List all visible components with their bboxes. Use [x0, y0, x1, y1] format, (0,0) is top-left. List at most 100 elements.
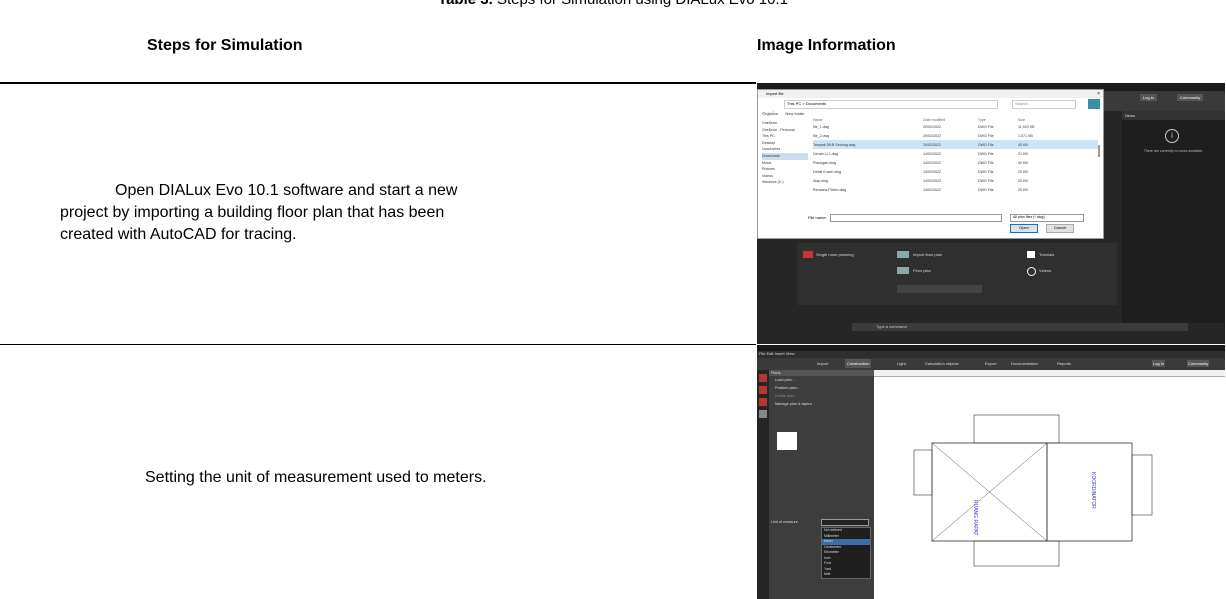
panel-item-manage[interactable]: Manage plan & layers: [769, 400, 874, 408]
sidebar-item[interactable]: Downloads: [762, 152, 808, 160]
sidebar-item[interactable]: OneDrive - Personal: [762, 127, 808, 134]
file-cell-date: 14/02/2022: [923, 178, 941, 183]
file-cell-type: DWG File: [978, 160, 994, 165]
load-project-button[interactable]: [897, 285, 982, 293]
file-cell-name: Atap.dwg: [813, 178, 828, 183]
plan-panel: Plans Load plan... Position plan... Dele…: [769, 370, 874, 599]
tile-import[interactable]: Import floor plan: [913, 252, 942, 257]
tab-construction[interactable]: Construction: [845, 359, 872, 368]
tool-icon[interactable]: [759, 410, 767, 418]
image-icon: [777, 432, 797, 450]
file-cell-type: DWG File: [978, 124, 994, 129]
panel-item-position[interactable]: Position plan...: [769, 384, 874, 392]
file-row[interactable]: file_1.dwg 20/02/2022 DWG File 11,923 KB: [813, 122, 1098, 131]
caption-prefix: Table 3.: [438, 0, 493, 8]
file-row[interactable]: Detail Kusen.dwg 14/02/2022 DWG File 20 KB: [813, 167, 1098, 176]
open-button[interactable]: Open: [1010, 224, 1038, 233]
tab-documentation[interactable]: Documentation: [1011, 361, 1038, 366]
file-cell-date: 20/02/2022: [923, 124, 941, 129]
menu-view[interactable]: View: [786, 351, 795, 356]
sidebar-item[interactable]: Pictures: [762, 166, 808, 173]
menu-edit[interactable]: Edit: [767, 351, 774, 356]
file-cell-name: Detail Kusen.dwg: [813, 169, 841, 174]
file-cell-type: DWG File: [978, 151, 994, 156]
tool-icon[interactable]: [759, 374, 767, 382]
file-row[interactable]: Atap.dwg 14/02/2022 DWG File 20 KB: [813, 176, 1098, 185]
tab-reports[interactable]: Reports: [1057, 361, 1071, 366]
menu-insert[interactable]: Insert: [775, 351, 785, 356]
tool-icon[interactable]: [759, 386, 767, 394]
panel-item-delete[interactable]: Delete plan: [769, 392, 874, 400]
menu-file[interactable]: File: [759, 351, 765, 356]
tool-icon[interactable]: [759, 398, 767, 406]
file-cell-size: 40 KB: [1018, 142, 1028, 147]
floorplan-icon: [897, 267, 909, 274]
file-row[interactable]: Tampak DKB Gedung.dwg 20/02/2022 DWG File 4…: [813, 140, 1098, 149]
close-icon[interactable]: ×: [1097, 91, 1100, 97]
scrollbar[interactable]: [1098, 145, 1100, 157]
file-cell-size: 11,923 KB: [1018, 124, 1035, 129]
tile-tutorials[interactable]: Tutorials: [1039, 252, 1054, 257]
command-bar[interactable]: Type a command: [852, 323, 1188, 331]
file-cell-type: DWG File: [978, 187, 994, 192]
tile-videos[interactable]: Videos: [1039, 268, 1051, 273]
sidebar-item[interactable]: Music: [762, 160, 808, 167]
info-icon: i: [1165, 129, 1179, 143]
address-path[interactable]: This PC > Documents: [784, 100, 998, 109]
filename-label: File name:: [808, 215, 827, 220]
file-cell-size: 31 KB: [1018, 151, 1028, 156]
command-placeholder: Type a command: [876, 324, 907, 329]
sidebar-item[interactable]: OneDrive: [762, 120, 808, 127]
room-label-meeting: RUANG RAPAT: [972, 500, 978, 536]
login-button[interactable]: Log in: [1140, 94, 1157, 101]
sidebar-item[interactable]: Videos: [762, 173, 808, 180]
drawing-canvas[interactable]: RUANG RAPAT KOORDINATOR: [874, 370, 1225, 599]
file-cell-size: 20 KB: [1018, 178, 1028, 183]
file-cell-date: 14/02/2022: [923, 160, 941, 165]
file-cell-type: DWG File: [978, 133, 994, 138]
tab-calc[interactable]: Calculation objects: [925, 361, 959, 366]
sidebar-item[interactable]: Desktop: [762, 140, 808, 147]
tab-export[interactable]: Export: [985, 361, 997, 366]
app-titlebar: [757, 345, 1225, 351]
file-cell-date: 14/02/2022: [923, 151, 941, 156]
file-cell-type: DWG File: [978, 142, 994, 147]
filename-input[interactable]: [830, 214, 1002, 222]
table-caption: Table 3. Steps for Simulation using DIAL…: [0, 0, 1226, 8]
new-folder-button[interactable]: New folder: [785, 111, 804, 116]
file-cell-name: Denah Lt 1.dwg: [813, 151, 839, 156]
sidebar-item[interactable]: This PC: [762, 133, 808, 140]
header-steps: Steps for Simulation: [147, 37, 303, 54]
login-button[interactable]: Log in: [1152, 360, 1165, 367]
community-button[interactable]: Community: [1187, 360, 1210, 367]
cancel-button[interactable]: Cancel: [1046, 224, 1074, 233]
unit-option[interactable]: Mile: [822, 572, 870, 578]
dialog-title: Import file: [758, 90, 1103, 98]
file-list: Name Date modified Type Size file_1.dwg 2…: [813, 118, 1098, 194]
file-row[interactable]: file_2.dwg 20/02/2022 DWG File 1,071 KB: [813, 131, 1098, 140]
filetype-select[interactable]: All plan files (*.dwg): [1010, 214, 1084, 222]
sidebar-item[interactable]: Documents: [762, 146, 808, 153]
tile-floor[interactable]: Floor plan: [913, 268, 931, 273]
caption-text: Steps for Simulation using DIALux Evo 10…: [497, 0, 788, 8]
dialog-accent-button[interactable]: [1088, 99, 1100, 109]
tile-single-room[interactable]: Single room planning: [816, 252, 854, 257]
import-file-dialog: Import file × ← → ↑ This PC > Documents …: [757, 89, 1104, 239]
file-cell-name: Tampak DKB Gedung.dwg: [813, 142, 856, 147]
room-label-coordinator: KOORDINATOR: [1090, 472, 1096, 509]
file-row[interactable]: Potongan.dwg 14/02/2022 DWG File 40 KB: [813, 158, 1098, 167]
search-input[interactable]: Search: [1012, 100, 1076, 109]
unit-select[interactable]: [821, 519, 869, 526]
row-divider: [0, 344, 756, 345]
tool-strip: [757, 370, 769, 599]
file-row[interactable]: Denah Lt 1.dwg 14/02/2022 DWG File 31 KB: [813, 149, 1098, 158]
plan-icon: [897, 251, 909, 258]
tab-import[interactable]: Import: [817, 361, 828, 366]
organize-button[interactable]: Organize: [762, 111, 778, 116]
community-button[interactable]: Community: [1177, 94, 1204, 101]
sidebar-item[interactable]: Windows (C:): [762, 179, 808, 186]
file-row[interactable]: Rencana Plafon.dwg 14/02/2022 DWG File 20 K…: [813, 185, 1098, 194]
tab-light[interactable]: Light: [897, 361, 906, 366]
ribbon-tabs: Import Construction Light Calculation ob…: [757, 358, 1225, 370]
panel-item-load[interactable]: Load plan...: [769, 376, 874, 384]
